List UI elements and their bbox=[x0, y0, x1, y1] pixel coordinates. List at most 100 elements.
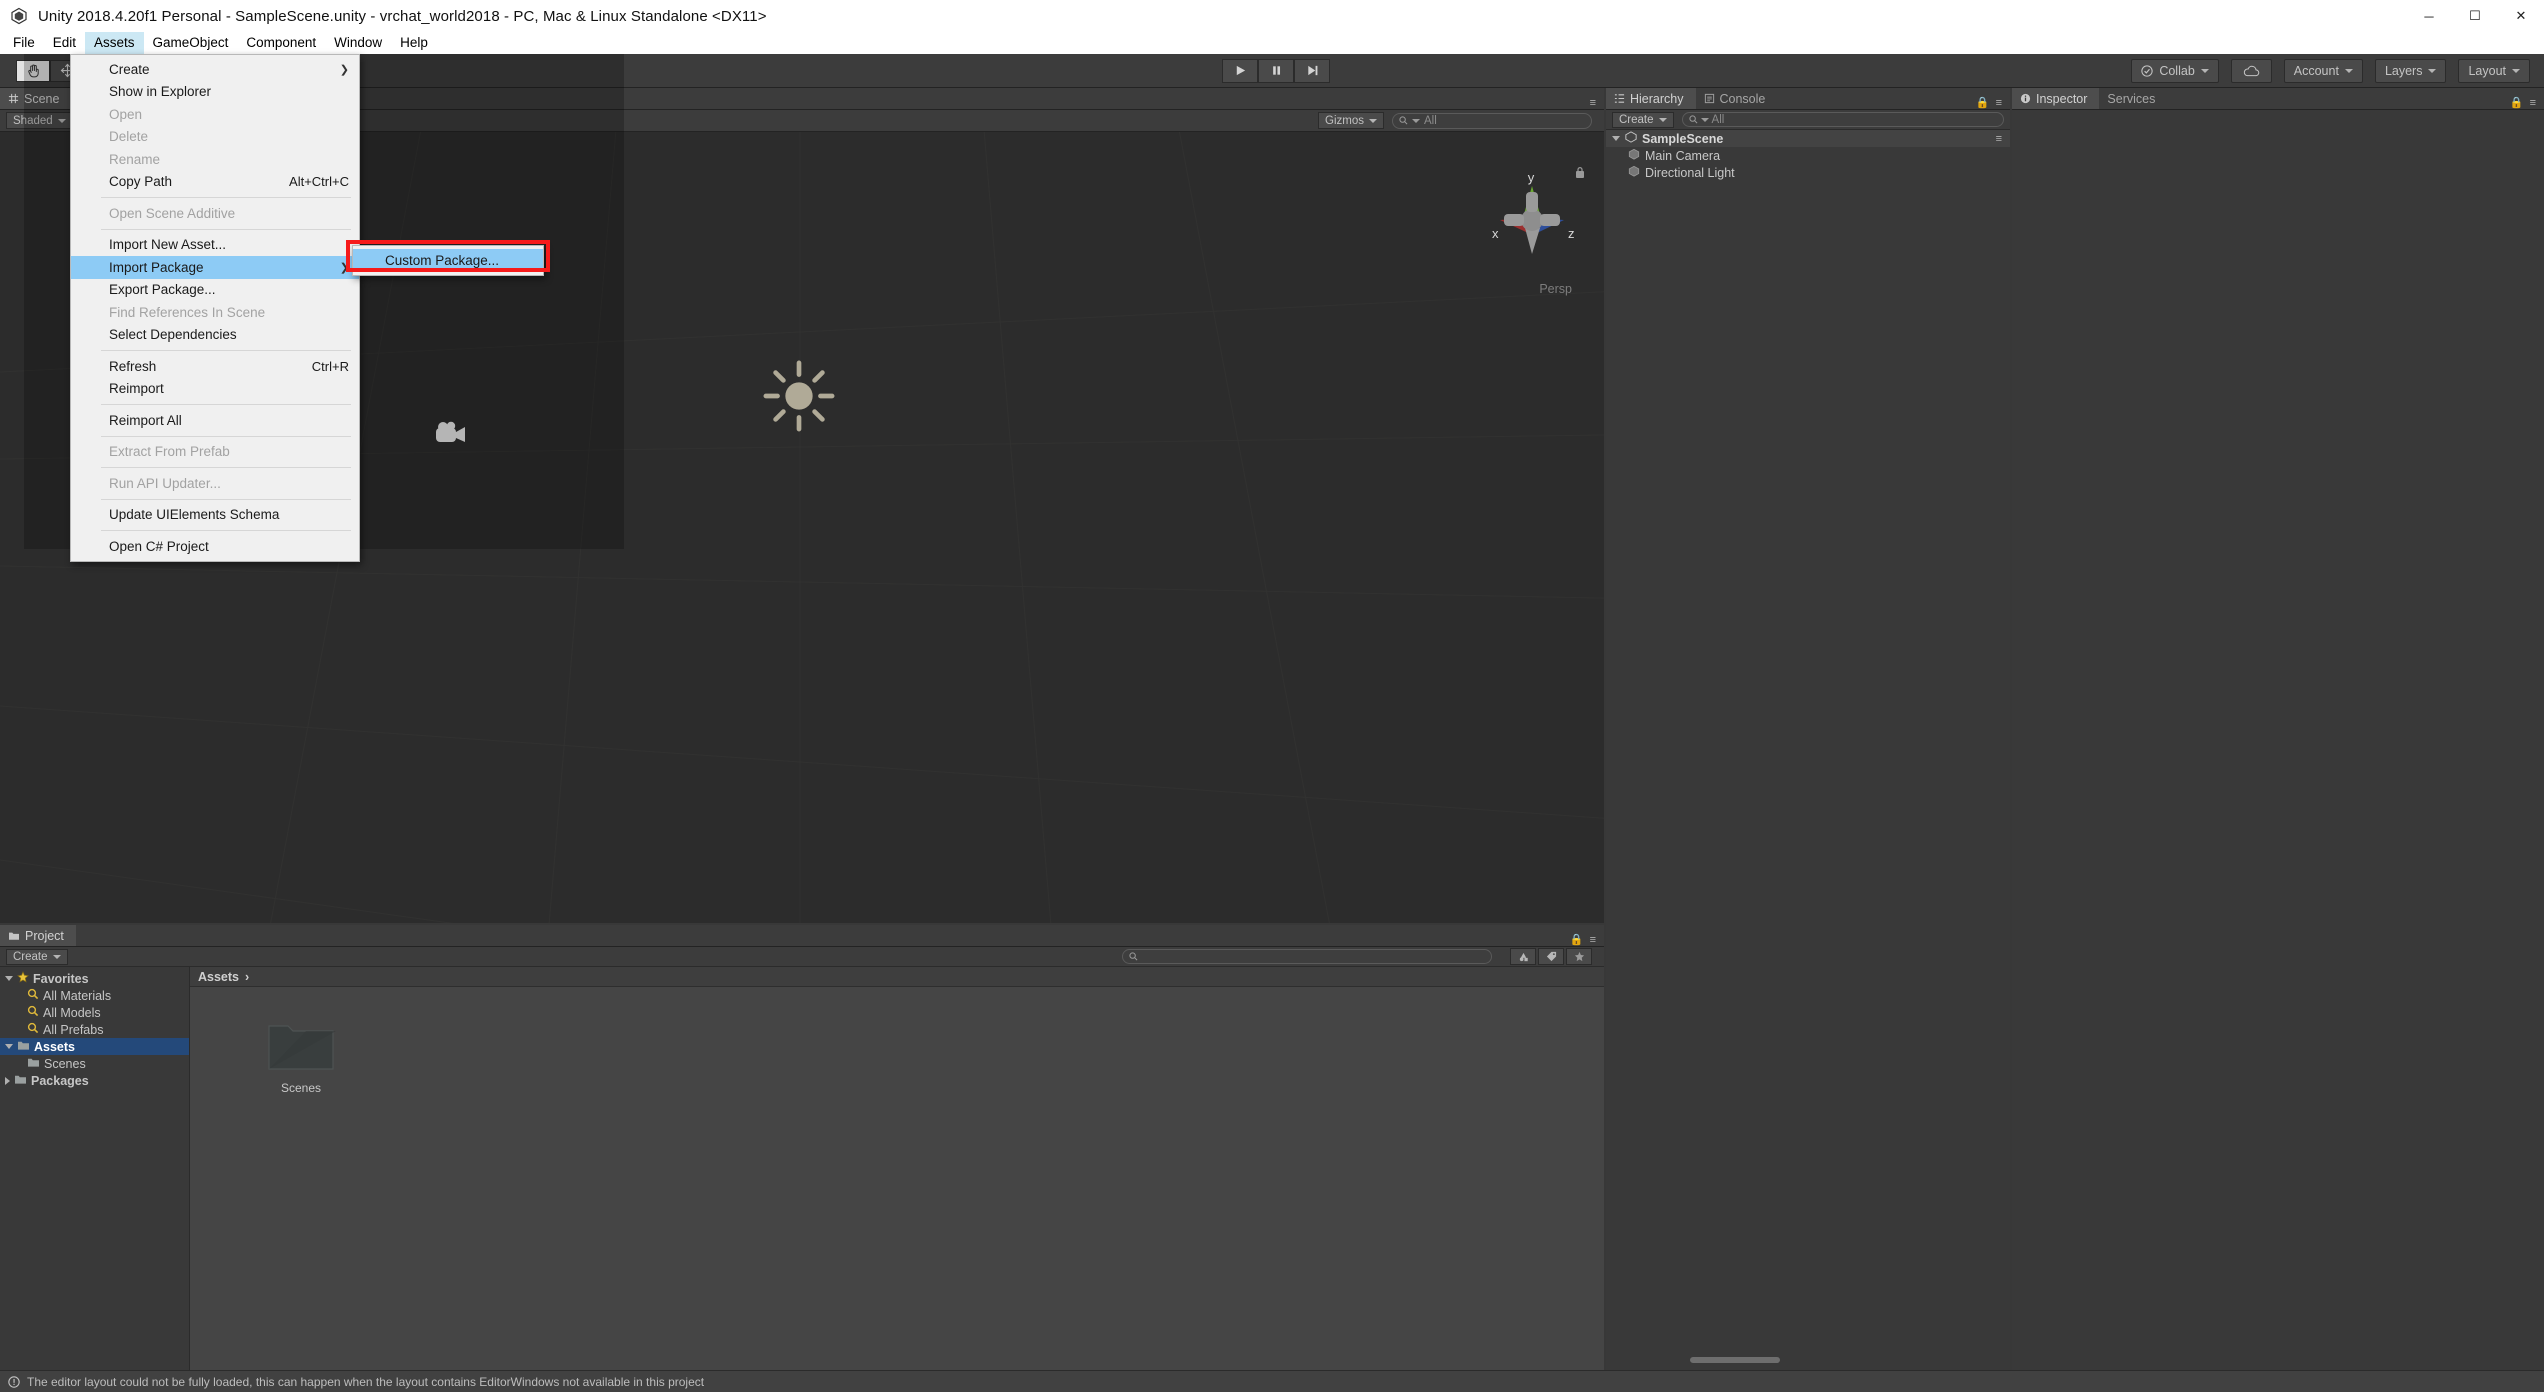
menu-item-export-package[interactable]: Export Package... bbox=[71, 279, 359, 302]
inspector-menu-icon[interactable]: ≡ bbox=[2530, 97, 2536, 109]
layers-button[interactable]: Layers bbox=[2374, 58, 2447, 83]
menu-item-import-new-asset[interactable]: Import New Asset... bbox=[71, 234, 359, 257]
project-content[interactable]: Assets › Scenes bbox=[190, 967, 1780, 1370]
hierarchy-item-directional-light[interactable]: Directional Light bbox=[1606, 164, 2010, 181]
project-tree-item-favorites[interactable]: Favorites bbox=[0, 970, 189, 987]
menu-item-select-dependencies[interactable]: Select Dependencies bbox=[71, 324, 359, 347]
project-menu-icon[interactable]: ≡ bbox=[1590, 934, 1596, 946]
lock-icon[interactable]: 🔒 bbox=[1976, 96, 1990, 109]
menu-item-copy-path[interactable]: Copy Path Alt+Ctrl+C bbox=[71, 171, 359, 194]
project-tree-item-assets[interactable]: Assets bbox=[0, 1038, 189, 1055]
filter-by-label-button[interactable] bbox=[1538, 948, 1564, 965]
hierarchy-search-placeholder: All bbox=[1711, 113, 1725, 126]
tab-hierarchy[interactable]: Hierarchy bbox=[1606, 88, 1696, 109]
asset-item-scenes[interactable]: Scenes bbox=[246, 1017, 356, 1095]
breadcrumb-assets[interactable]: Assets bbox=[198, 970, 239, 984]
menu-item-label: Delete bbox=[109, 129, 149, 145]
lock-icon[interactable]: 🔒 bbox=[1570, 933, 1584, 946]
menu-item-label: Select Dependencies bbox=[109, 327, 237, 343]
menu-item-reimport-all[interactable]: Reimport All bbox=[71, 409, 359, 432]
directional-light-gizmo[interactable] bbox=[760, 357, 838, 435]
statusbar[interactable]: The editor layout could not be fully loa… bbox=[0, 1370, 2544, 1392]
minimize-button[interactable]: ─ bbox=[2406, 0, 2452, 32]
account-button[interactable]: Account bbox=[2283, 58, 2363, 83]
project-search-input[interactable] bbox=[1122, 949, 1492, 964]
hierarchy-search-input[interactable]: All bbox=[1681, 112, 2004, 127]
menu-item-show-in-explorer[interactable]: Show in Explorer bbox=[71, 81, 359, 104]
menu-item-update-uielements-schema[interactable]: Update UIElements Schema bbox=[71, 504, 359, 527]
gameobject-cube-icon bbox=[1628, 148, 1640, 163]
menu-item-refresh[interactable]: Refresh Ctrl+R bbox=[71, 355, 359, 378]
tab-hierarchy-label: Hierarchy bbox=[1630, 91, 1684, 106]
favorites-filter-button[interactable] bbox=[1566, 948, 1592, 965]
menu-item-label: Copy Path bbox=[109, 174, 173, 190]
search-icon bbox=[1688, 115, 1697, 124]
hierarchy-item-main-camera[interactable]: Main Camera bbox=[1606, 147, 2010, 164]
expand-triangle-icon[interactable] bbox=[5, 1044, 13, 1049]
gizmos-label: Gizmos bbox=[1325, 114, 1364, 127]
statusbar-message: The editor layout could not be fully loa… bbox=[27, 1374, 705, 1389]
menubar-item-file[interactable]: File bbox=[4, 32, 44, 54]
chevron-down-icon bbox=[2428, 68, 2437, 73]
search-icon bbox=[1399, 116, 1408, 125]
projection-label[interactable]: Persp bbox=[1539, 282, 1572, 296]
unity-editor-window: Unity 2018.4.20f1 Personal - SampleScene… bbox=[0, 0, 2544, 1392]
layout-label: Layout bbox=[2468, 63, 2506, 78]
menubar-item-edit[interactable]: Edit bbox=[44, 32, 85, 54]
scene-menu-icon[interactable]: ≡ bbox=[1590, 97, 1596, 109]
expand-triangle-icon[interactable] bbox=[5, 1076, 10, 1085]
scene-orientation-gizmo[interactable]: y x z bbox=[1476, 162, 1588, 272]
menu-item-create[interactable]: Create ❯ bbox=[71, 58, 359, 81]
menu-item-reimport[interactable]: Reimport bbox=[71, 378, 359, 401]
collab-button[interactable]: Collab bbox=[2131, 58, 2219, 83]
maximize-button[interactable]: ☐ bbox=[2452, 0, 2498, 32]
cloud-button[interactable] bbox=[2230, 58, 2272, 83]
tab-project[interactable]: Project bbox=[0, 925, 76, 946]
menubar-item-window[interactable]: Window bbox=[325, 32, 391, 54]
lock-icon[interactable] bbox=[1574, 166, 1586, 184]
scene-search-input[interactable]: All bbox=[1392, 112, 1592, 129]
project-horizontal-scrollbar[interactable] bbox=[190, 1354, 1794, 1366]
project-tree-item-all-materials[interactable]: All Materials bbox=[0, 987, 189, 1004]
pause-button[interactable] bbox=[1258, 58, 1294, 83]
project-tree-item-label: All Materials bbox=[43, 988, 112, 1003]
project-tree-item-all-models[interactable]: All Models bbox=[0, 1004, 189, 1021]
menu-item-import-package[interactable]: Import Package ❯ bbox=[71, 256, 359, 279]
collab-label: Collab bbox=[2159, 63, 2195, 78]
tab-inspector[interactable]: Inspector bbox=[2012, 88, 2100, 109]
menubar-item-component[interactable]: Component bbox=[237, 32, 325, 54]
menu-item-label: Import Package bbox=[109, 259, 204, 275]
step-button[interactable] bbox=[1294, 58, 1330, 83]
lock-icon[interactable]: 🔒 bbox=[2510, 96, 2524, 109]
menubar-item-gameobject[interactable]: GameObject bbox=[144, 32, 238, 54]
tab-console[interactable]: Console bbox=[1696, 88, 1778, 109]
menubar-item-assets[interactable]: Assets bbox=[85, 32, 144, 54]
menubar-item-help[interactable]: Help bbox=[391, 32, 437, 54]
menu-separator bbox=[101, 404, 351, 405]
scene-context-menu-icon[interactable]: ≡ bbox=[1996, 133, 2010, 145]
gizmos-dropdown[interactable]: Gizmos bbox=[1318, 112, 1384, 129]
folder-icon bbox=[14, 1074, 27, 1088]
project-create-button[interactable]: Create bbox=[6, 948, 68, 965]
play-button[interactable] bbox=[1222, 58, 1258, 83]
close-button[interactable]: ✕ bbox=[2498, 0, 2544, 32]
warning-icon bbox=[8, 1375, 20, 1388]
menu-item-rename: Rename bbox=[71, 148, 359, 171]
layout-button[interactable]: Layout bbox=[2458, 58, 2530, 83]
project-tree-item-packages[interactable]: Packages bbox=[0, 1072, 189, 1089]
submenu-item-custom-package[interactable]: Custom Package... bbox=[353, 249, 543, 272]
expand-triangle-icon[interactable] bbox=[1612, 136, 1620, 141]
project-panel: Project 🔒 ≡ Create Favorites All Materia… bbox=[0, 925, 1780, 1370]
expand-triangle-icon[interactable] bbox=[5, 976, 13, 981]
menu-item-open-c-project[interactable]: Open C# Project bbox=[71, 535, 359, 558]
chevron-down-icon bbox=[1369, 118, 1377, 123]
hierarchy-item-samplescene[interactable]: SampleScene ≡ bbox=[1606, 130, 2010, 147]
project-tree-item-scenes[interactable]: Scenes bbox=[0, 1055, 189, 1072]
project-tree-item-all-prefabs[interactable]: All Prefabs bbox=[0, 1021, 189, 1038]
filter-by-type-button[interactable] bbox=[1510, 948, 1536, 965]
project-tree-item-label: All Models bbox=[43, 1005, 101, 1020]
hierarchy-create-button[interactable]: Create bbox=[1612, 111, 1674, 128]
tab-services[interactable]: Services bbox=[2099, 88, 2167, 109]
svg-text:x: x bbox=[1492, 226, 1499, 241]
hierarchy-menu-icon[interactable]: ≡ bbox=[1996, 97, 2002, 109]
